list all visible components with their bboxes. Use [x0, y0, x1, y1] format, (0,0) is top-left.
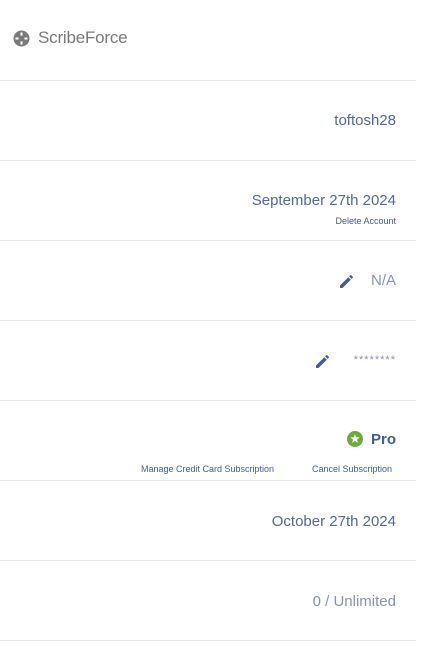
phone-value: N/A — [370, 272, 396, 289]
brand-name: ScribeForce — [38, 28, 128, 47]
username-value: toftosh28 — [334, 112, 396, 129]
divider — [0, 480, 416, 481]
plan-name: Pro — [370, 430, 396, 448]
divider — [0, 240, 416, 241]
edit-pencil-icon[interactable] — [314, 352, 332, 370]
plan-badge: Pro — [346, 430, 396, 448]
manage-subscription-link[interactable]: Manage Credit Card Subscription — [141, 464, 274, 474]
divider — [0, 560, 416, 561]
divider — [0, 80, 416, 81]
edit-pencil-icon[interactable] — [338, 272, 356, 290]
divider — [0, 320, 416, 321]
renewal-date: October 27th 2024 — [271, 513, 396, 530]
star-badge-icon — [346, 431, 363, 447]
cancel-subscription-link[interactable]: Cancel Subscription — [312, 464, 392, 474]
account-created-date: September 27th 2024 — [251, 192, 396, 209]
password-mask: ******** — [353, 354, 396, 366]
divider — [0, 160, 416, 161]
crosshair-circle-icon — [13, 30, 30, 47]
divider — [0, 400, 416, 401]
delete-account-link[interactable]: Delete Account — [335, 216, 396, 226]
usage-value: 0 / Unlimited — [312, 593, 396, 610]
brand[interactable]: ScribeForce — [13, 27, 128, 49]
divider — [0, 640, 416, 641]
